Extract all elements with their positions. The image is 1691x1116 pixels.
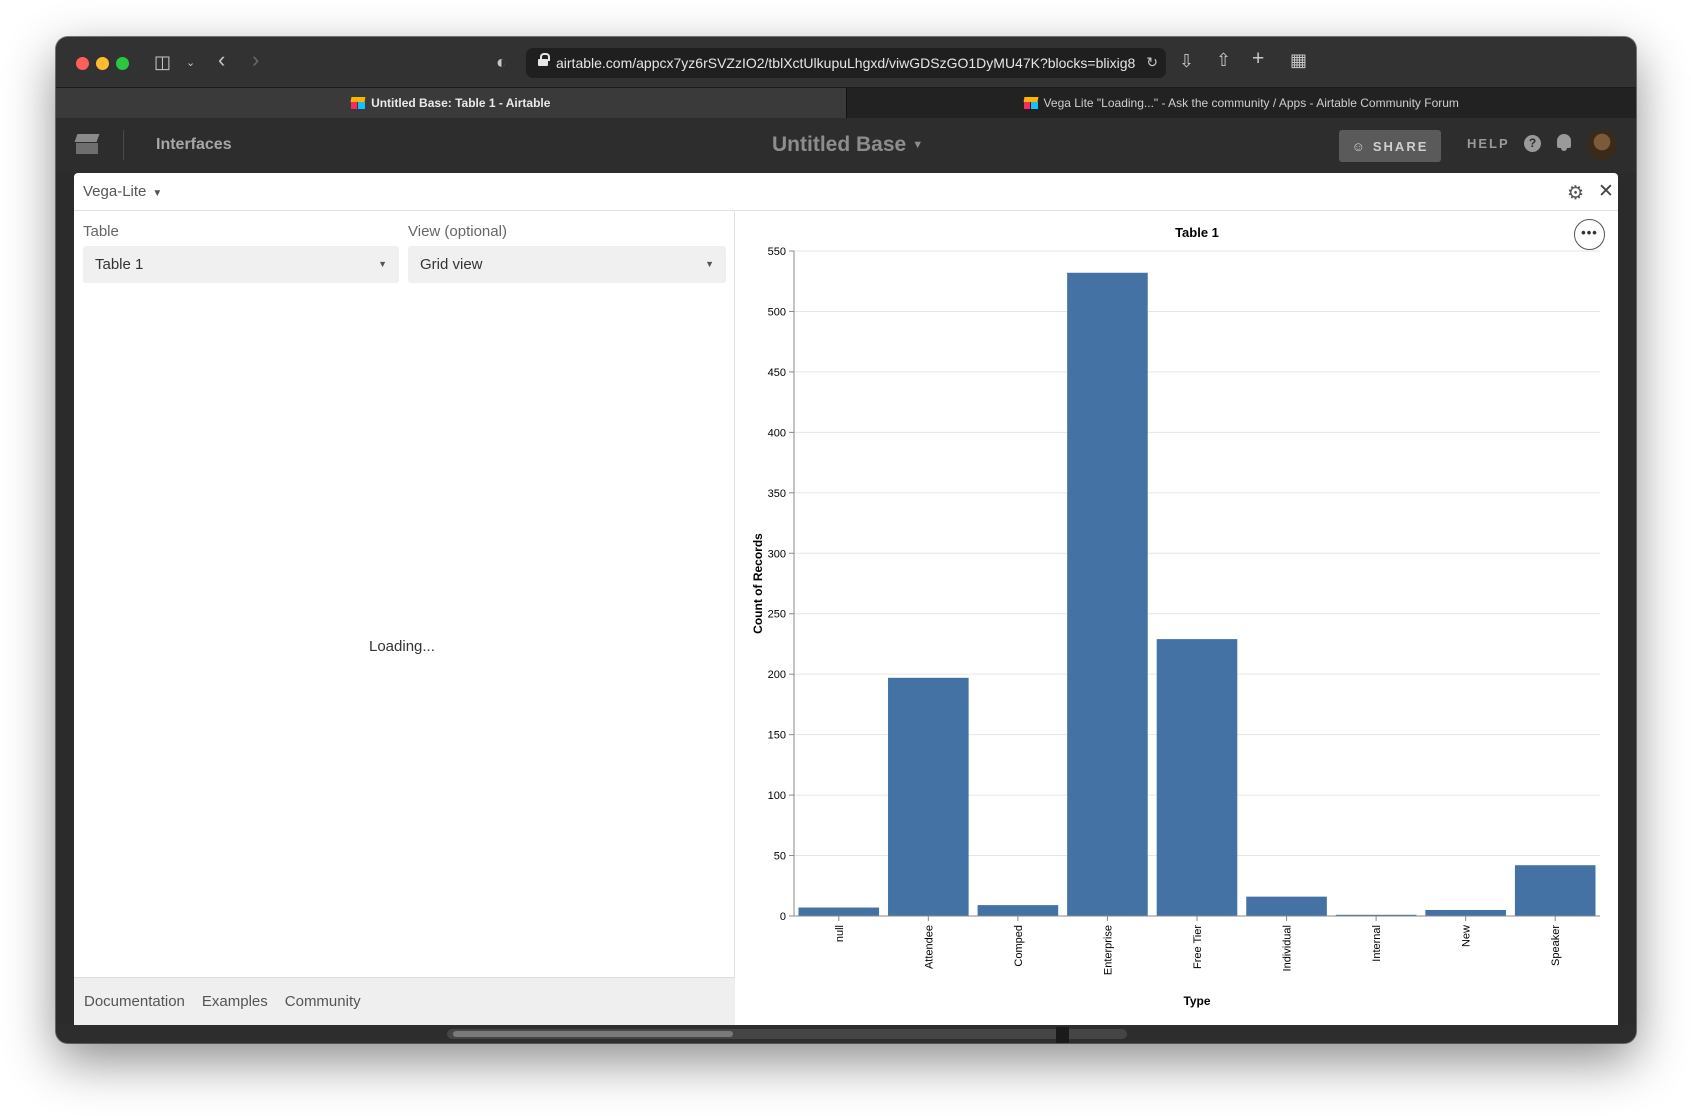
view-select[interactable]: Grid view ▼ xyxy=(408,246,726,283)
x-tick-label: Speaker xyxy=(1550,925,1562,966)
extension-panel: Vega-Lite ▼ ⚙ ✕ Table Table 1 ▼ View (opt… xyxy=(74,173,1618,1025)
table-select-value: Table 1 xyxy=(95,256,144,273)
caret-down-icon: ▼ xyxy=(705,259,714,269)
community-link[interactable]: Community xyxy=(285,993,361,1010)
x-tick-label: Comped xyxy=(1013,925,1025,967)
base-name-menu[interactable]: Untitled Base ▼ xyxy=(772,133,923,157)
tab-community-forum[interactable]: Vega Lite "Loading..." - Ask the communi… xyxy=(845,88,1636,118)
table-label: Table xyxy=(83,223,119,240)
examples-link[interactable]: Examples xyxy=(202,993,268,1010)
footer-links: Documentation Examples Community xyxy=(74,977,735,1025)
airtable-favicon-icon xyxy=(350,97,366,109)
table-select[interactable]: Table 1 ▼ xyxy=(83,246,399,283)
share-label: SHARE xyxy=(1372,138,1429,154)
airtable-header: Interfaces Untitled Base ▼ ☺ SHARE HELP ? xyxy=(56,118,1636,173)
x-tick-label: Free Tier xyxy=(1192,925,1204,969)
bar-chart: 0 50 100 150 200 250 300 350 400 450 500 550 null Att… xyxy=(751,225,1600,1008)
back-icon[interactable]: ‹ xyxy=(218,49,225,71)
caret-down-icon: ▼ xyxy=(152,188,163,199)
bar xyxy=(798,907,880,916)
x-axis-title: Type xyxy=(1183,994,1210,1008)
y-tick-label: 300 xyxy=(768,548,786,560)
help-icon[interactable]: ? xyxy=(1524,135,1541,152)
y-tick-label: 100 xyxy=(768,790,786,802)
settings-pane: Table Table 1 ▼ View (optional) Grid vie… xyxy=(74,211,735,1025)
new-tab-icon[interactable]: + xyxy=(1252,48,1264,69)
chart-title: Table 1 xyxy=(1175,225,1219,240)
y-tick-label: 400 xyxy=(768,427,786,439)
y-tick-label: 500 xyxy=(768,306,786,318)
caret-down-icon: ▼ xyxy=(912,139,924,151)
address-bar[interactable]: airtable.com/appcx7yz6rSVZzIO2/tblXctUlk… xyxy=(526,48,1166,78)
reload-icon[interactable]: ↻ xyxy=(1146,54,1158,71)
divider-handle xyxy=(1056,1027,1069,1043)
browser-toolbar: ◫ ⌄ ‹ › ◐ airtable.com/appcx7yz6rSVZzIO2… xyxy=(56,37,1636,87)
y-tick-label: 450 xyxy=(768,367,786,379)
x-tick-label: New xyxy=(1461,925,1473,947)
base-name: Untitled Base xyxy=(772,133,907,156)
x-tick-label: Internal xyxy=(1371,925,1383,962)
share-icon[interactable]: ⇧ xyxy=(1216,51,1231,69)
tab-bar: Untitled Base: Table 1 - Airtable Vega L… xyxy=(56,87,1636,118)
close-icon[interactable]: ✕ xyxy=(1598,180,1614,203)
scrollbar-thumb[interactable] xyxy=(453,1031,733,1037)
x-tick-label: Attendee xyxy=(923,925,935,969)
interfaces-link[interactable]: Interfaces xyxy=(156,136,232,154)
bar xyxy=(1425,909,1506,916)
chart-pane: 0 50 100 150 200 250 300 350 400 450 500 550 null Att… xyxy=(736,211,1618,1025)
x-tick-label: Individual xyxy=(1282,925,1294,971)
loading-text: Loading... xyxy=(369,638,435,655)
view-select-value: Grid view xyxy=(420,256,483,273)
minimize-window-button[interactable] xyxy=(96,57,109,70)
avatar[interactable] xyxy=(1587,130,1617,160)
y-tick-label: 150 xyxy=(768,730,786,742)
download-icon[interactable]: ⇩ xyxy=(1179,52,1194,70)
zoom-window-button[interactable] xyxy=(116,57,129,70)
bar xyxy=(1246,896,1327,916)
page-bottom-strip xyxy=(56,1025,1636,1043)
airtable-favicon-icon xyxy=(1023,97,1038,109)
y-axis-title: Count of Records xyxy=(751,533,765,634)
extension-title: Vega-Lite xyxy=(83,183,147,200)
extension-header: Vega-Lite ▼ ⚙ ✕ xyxy=(74,173,1618,211)
x-tick-label: Enterprise xyxy=(1102,925,1114,975)
bar xyxy=(1514,865,1596,916)
gear-icon[interactable]: ⚙ xyxy=(1567,182,1584,205)
notifications-bell-icon[interactable] xyxy=(1556,133,1572,153)
help-link[interactable]: HELP xyxy=(1467,136,1510,151)
y-tick-label: 50 xyxy=(774,851,786,863)
chevron-down-icon[interactable]: ⌄ xyxy=(186,54,195,72)
tab-airtable-base[interactable]: Untitled Base: Table 1 - Airtable xyxy=(56,88,846,118)
browser-window: ◫ ⌄ ‹ › ◐ airtable.com/appcx7yz6rSVZzIO2… xyxy=(56,37,1636,1043)
tab-title: Vega Lite "Loading..." - Ask the communi… xyxy=(1043,96,1459,110)
bar xyxy=(977,905,1059,916)
tab-overview-icon[interactable]: ▦ xyxy=(1290,51,1307,69)
caret-down-icon: ▼ xyxy=(378,259,387,269)
privacy-shield-icon[interactable]: ◐ xyxy=(496,53,507,71)
forward-icon[interactable]: › xyxy=(252,49,259,71)
header-divider xyxy=(123,130,124,160)
y-tick-label: 0 xyxy=(780,911,786,923)
view-label: View (optional) xyxy=(408,223,507,240)
tab-title: Untitled Base: Table 1 - Airtable xyxy=(371,96,551,110)
more-actions-button[interactable]: ••• xyxy=(1574,219,1605,250)
y-tick-label: 350 xyxy=(768,488,786,500)
x-tick-label: null xyxy=(834,925,846,942)
y-tick-label: 200 xyxy=(768,669,786,681)
y-tick-label: 250 xyxy=(768,609,786,621)
lock-icon xyxy=(538,53,550,68)
documentation-link[interactable]: Documentation xyxy=(84,993,185,1010)
users-icon: ☺ xyxy=(1351,138,1367,154)
bar xyxy=(888,677,969,916)
airtable-logo-icon[interactable] xyxy=(74,132,102,156)
sidebar-toggle-icon[interactable]: ◫ xyxy=(154,53,171,71)
bar xyxy=(1156,639,1238,916)
share-button[interactable]: ☺ SHARE xyxy=(1339,130,1441,162)
close-window-button[interactable] xyxy=(76,57,89,70)
extension-title-menu[interactable]: Vega-Lite ▼ xyxy=(83,183,162,200)
y-tick-label: 550 xyxy=(768,246,786,258)
bar xyxy=(1067,272,1148,916)
url-text: airtable.com/appcx7yz6rSVZzIO2/tblXctUlk… xyxy=(556,55,1136,71)
